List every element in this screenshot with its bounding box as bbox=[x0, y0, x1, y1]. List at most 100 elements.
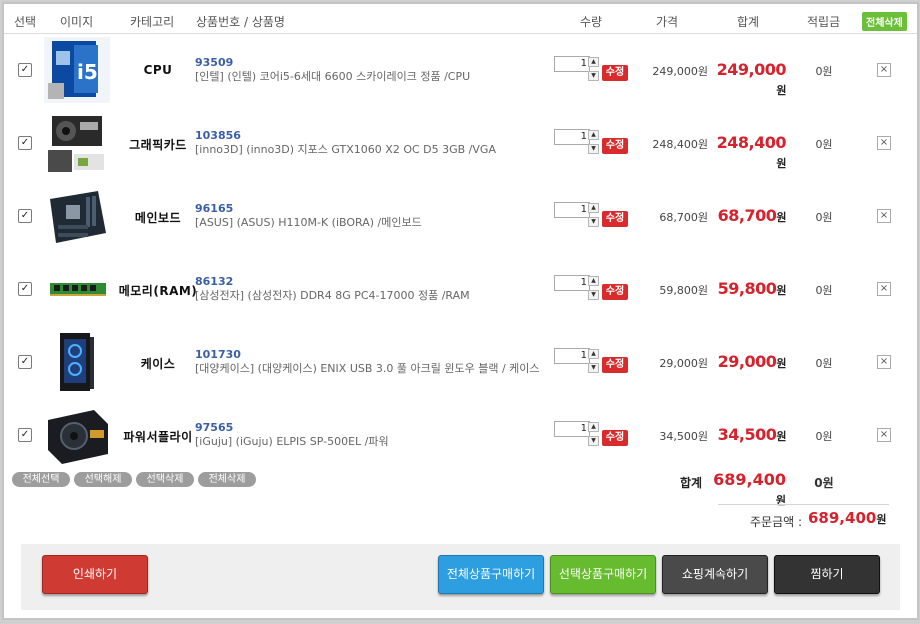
unit-price: 34,500원 bbox=[659, 430, 708, 443]
qty-down-icon[interactable]: ▼ bbox=[588, 217, 599, 227]
qty-up-icon[interactable]: ▲ bbox=[588, 276, 599, 286]
row-checkbox[interactable]: ✓ bbox=[18, 282, 32, 296]
currency-label: 원 bbox=[776, 157, 786, 170]
col-product: 상품번호 / 상품명 bbox=[196, 15, 285, 29]
qty-up-icon[interactable]: ▲ bbox=[588, 203, 599, 213]
order-amount-label: 주문금액 : bbox=[750, 515, 803, 529]
product-image-cpu: i5 bbox=[44, 37, 110, 103]
unit-price: 68,700원 bbox=[659, 211, 708, 224]
buy-selected-button[interactable]: 선택상품구매하기 bbox=[550, 555, 656, 594]
currency-label: 원 bbox=[776, 84, 786, 97]
product-code-link[interactable]: 86132 bbox=[195, 275, 233, 288]
sum-label: 합계 bbox=[680, 476, 703, 490]
remove-item-icon[interactable]: × bbox=[877, 428, 891, 442]
quantity-input[interactable]: 1 bbox=[554, 56, 590, 72]
select-all-button[interactable]: 전체선택 bbox=[12, 472, 70, 487]
order-amount: 689,400원 bbox=[808, 509, 886, 527]
edit-quantity-button[interactable]: 수정 bbox=[602, 138, 628, 154]
row-total-value: 249,000 bbox=[716, 60, 787, 79]
quantity-input[interactable]: 1 bbox=[554, 129, 590, 145]
category-label: 메인보드 bbox=[134, 211, 182, 225]
qty-down-icon[interactable]: ▼ bbox=[588, 436, 599, 446]
row-checkbox[interactable]: ✓ bbox=[18, 428, 32, 442]
sum-total-value: 689,400 bbox=[713, 470, 786, 489]
unit-price: 249,000원 bbox=[652, 65, 708, 78]
deselect-button[interactable]: 선택해제 bbox=[74, 472, 132, 487]
product-name-link[interactable]: [iGuju] (iGuju) ELPIS SP-500EL /파워 bbox=[195, 434, 550, 450]
col-select: 선택 bbox=[14, 15, 37, 29]
row-total-value: 59,800 bbox=[717, 279, 777, 298]
remove-item-icon[interactable]: × bbox=[877, 63, 891, 77]
product-code-link[interactable]: 93509 bbox=[195, 56, 233, 69]
edit-quantity-button[interactable]: 수정 bbox=[602, 430, 628, 446]
remove-item-icon[interactable]: × bbox=[877, 355, 891, 369]
product-code-link[interactable]: 101730 bbox=[195, 348, 241, 361]
product-name-link[interactable]: [대양케이스] (대양케이스) ENIX USB 3.0 풀 아크릴 윈도우 블… bbox=[195, 361, 550, 377]
product-image-mainboard bbox=[44, 183, 110, 249]
col-total: 합계 bbox=[737, 15, 760, 29]
motherboard-icon bbox=[44, 183, 110, 249]
remove-item-icon[interactable]: × bbox=[877, 282, 891, 296]
qty-up-icon[interactable]: ▲ bbox=[588, 130, 599, 140]
quantity-input[interactable]: 1 bbox=[554, 421, 590, 437]
edit-quantity-button[interactable]: 수정 bbox=[602, 284, 628, 300]
quantity-input[interactable]: 1 bbox=[554, 348, 590, 364]
quantity-input[interactable]: 1 bbox=[554, 202, 590, 218]
category-label: 그래픽카드 bbox=[129, 138, 187, 152]
col-category: 카테고리 bbox=[130, 15, 175, 29]
row-total: 68,700원 bbox=[710, 206, 787, 225]
unit-price: 59,800원 bbox=[659, 284, 708, 297]
product-name-link[interactable]: [삼성전자] (삼성전자) DDR4 8G PC4-17000 정품 /RAM bbox=[195, 288, 550, 304]
row-points: 0원 bbox=[815, 430, 833, 443]
product-image-memory bbox=[44, 256, 110, 322]
row-total-value: 29,000 bbox=[717, 352, 777, 371]
row-checkbox[interactable]: ✓ bbox=[18, 136, 32, 150]
remove-item-icon[interactable]: × bbox=[877, 136, 891, 150]
edit-quantity-button[interactable]: 수정 bbox=[602, 65, 628, 81]
qty-down-icon[interactable]: ▼ bbox=[588, 363, 599, 373]
currency-label: 원 bbox=[776, 211, 786, 224]
remove-item-icon[interactable]: × bbox=[877, 209, 891, 223]
graphics-card-icon bbox=[44, 110, 110, 176]
qty-down-icon[interactable]: ▼ bbox=[588, 144, 599, 154]
cart-row-memory: ✓ 메모리(RAM) 86132 [삼성전자] (삼성전자) DDR4 8G P… bbox=[4, 253, 917, 326]
row-checkbox[interactable]: ✓ bbox=[18, 63, 32, 77]
qty-up-icon[interactable]: ▲ bbox=[588, 57, 599, 67]
product-name-link[interactable]: [inno3D] (inno3D) 지포스 GTX1060 X2 OC D5 3… bbox=[195, 142, 550, 158]
pc-case-icon bbox=[44, 329, 110, 395]
currency-label: 원 bbox=[776, 284, 786, 297]
category-label: 케이스 bbox=[140, 357, 176, 371]
delete-selected-button[interactable]: 선택삭제 bbox=[136, 472, 194, 487]
col-image: 이미지 bbox=[60, 15, 94, 29]
product-name-link[interactable]: [인텔] (인텔) 코어i5-6세대 6600 스카이레이크 정품 /CPU bbox=[195, 69, 550, 85]
product-code-link[interactable]: 97565 bbox=[195, 421, 233, 434]
quantity-input[interactable]: 1 bbox=[554, 275, 590, 291]
row-points: 0원 bbox=[815, 138, 833, 151]
buy-all-button[interactable]: 전체상품구매하기 bbox=[438, 555, 544, 594]
wishlist-button[interactable]: 찜하기 bbox=[774, 555, 880, 594]
print-button[interactable]: 인쇄하기 bbox=[42, 555, 148, 594]
delete-all-button[interactable]: 전체삭제 bbox=[198, 472, 256, 487]
qty-up-icon[interactable]: ▲ bbox=[588, 349, 599, 359]
row-total: 29,000원 bbox=[710, 352, 787, 371]
row-checkbox[interactable]: ✓ bbox=[18, 355, 32, 369]
row-checkbox[interactable]: ✓ bbox=[18, 209, 32, 223]
row-total: 248,400 원 bbox=[710, 133, 787, 171]
row-points: 0원 bbox=[815, 284, 833, 297]
memory-module-icon bbox=[44, 256, 110, 322]
product-image-gpu bbox=[44, 110, 110, 176]
continue-shopping-button[interactable]: 쇼핑계속하기 bbox=[662, 555, 768, 594]
category-label: CPU bbox=[143, 63, 173, 77]
edit-quantity-button[interactable]: 수정 bbox=[602, 211, 628, 227]
qty-up-icon[interactable]: ▲ bbox=[588, 422, 599, 432]
power-supply-icon bbox=[44, 402, 110, 468]
qty-down-icon[interactable]: ▼ bbox=[588, 71, 599, 81]
product-code-link[interactable]: 103856 bbox=[195, 129, 241, 142]
product-code-link[interactable]: 96165 bbox=[195, 202, 233, 215]
edit-quantity-button[interactable]: 수정 bbox=[602, 357, 628, 373]
delete-all-header-button[interactable]: 전체삭제 bbox=[862, 12, 907, 31]
product-name-link[interactable]: [ASUS] (ASUS) H110M-K (iBORA) /메인보드 bbox=[195, 215, 550, 231]
product-image-case bbox=[44, 329, 110, 395]
cart-row-power: ✓ 파워서플라이 97565 [iGuju] (iGuju) ELPIS SP-… bbox=[4, 399, 917, 472]
qty-down-icon[interactable]: ▼ bbox=[588, 290, 599, 300]
